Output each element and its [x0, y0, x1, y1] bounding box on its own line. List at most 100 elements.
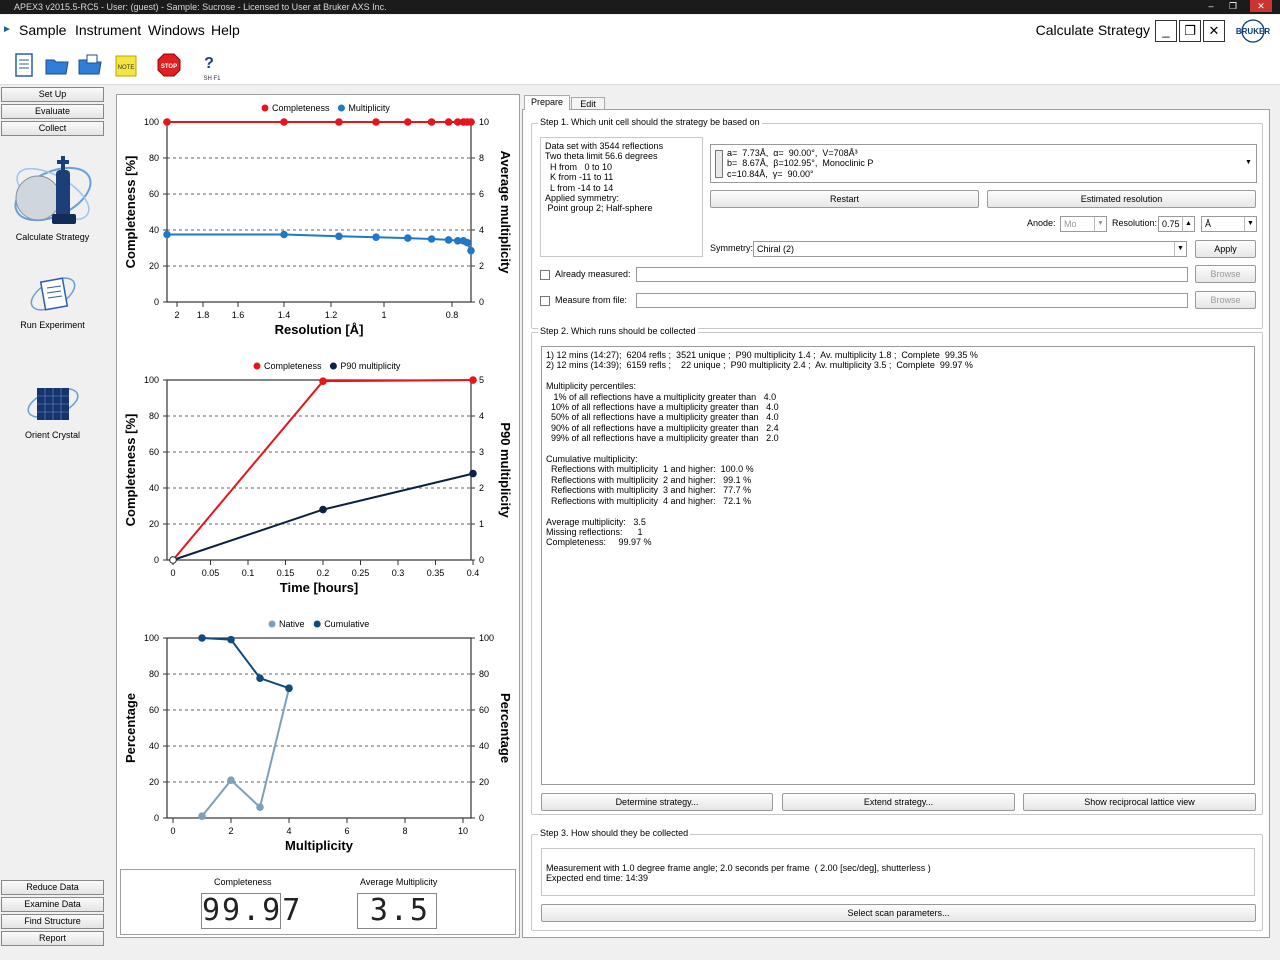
y-tick-label: 20	[149, 777, 159, 787]
extend-strategy-button[interactable]: Extend strategy...	[782, 793, 1015, 811]
measure-from-file-checkbox[interactable]	[540, 296, 550, 306]
y2-tick-label: 1	[479, 519, 484, 529]
nav-set-up[interactable]: Set Up	[1, 87, 104, 102]
note-icon[interactable]: NOTE	[113, 52, 139, 78]
svg-text:STOP: STOP	[161, 64, 177, 70]
close-button[interactable]: ✕	[1203, 20, 1225, 42]
already-measured-input[interactable]	[636, 267, 1188, 282]
nav-evaluate[interactable]: Evaluate	[1, 104, 104, 119]
menu-instrument[interactable]: Instrument	[75, 22, 141, 38]
chess-king-icon	[14, 156, 91, 224]
y2-tick-label: 2	[479, 483, 484, 493]
x-tick-label: 1.2	[325, 310, 338, 320]
orient-crystal-icon	[26, 387, 79, 420]
prepare-panel: Step 1. Which unit cell should the strat…	[522, 109, 1270, 938]
y-tick-label: 0	[154, 555, 159, 565]
y2-axis-title: Percentage	[498, 693, 513, 763]
y2-tick-label: 100	[479, 633, 494, 643]
data-point	[444, 236, 453, 244]
data-point	[463, 238, 472, 247]
app-icon: ►	[2, 24, 12, 35]
already-measured-checkbox[interactable]	[540, 270, 550, 280]
menu-help[interactable]: Help	[211, 22, 240, 38]
chevron-down-icon: ▼	[1174, 242, 1186, 256]
bruker-logo: BRUKER	[1228, 19, 1278, 43]
y-tick-label: 0	[154, 813, 159, 823]
menu-windows[interactable]: Windows	[148, 22, 205, 38]
context-help-icon[interactable]: ? SH F1	[198, 52, 228, 82]
x-tick-label: 0.8	[446, 310, 459, 320]
resolution-unit-select[interactable]: Å ▼	[1201, 216, 1257, 232]
restore-icon[interactable]: ❐	[1222, 0, 1244, 12]
nav-calculate-strategy[interactable]: Calculate Strategy	[0, 148, 105, 242]
readout-box: Completeness 99.97 Average Multiplicity …	[120, 869, 516, 935]
legend-marker	[337, 104, 345, 112]
resolution-chart: Completeness Multiplicity 0 20 40 60 80 100 0 2 4 6…	[123, 103, 513, 337]
restore-button[interactable]: ❐	[1179, 20, 1201, 42]
apply-button[interactable]: Apply	[1195, 240, 1256, 258]
nav-collect[interactable]: Collect	[1, 121, 104, 136]
stop-icon[interactable]: STOP	[156, 52, 182, 78]
tab-edit[interactable]: Edit	[571, 97, 605, 109]
x-tick-label: 2	[174, 310, 179, 320]
data-point	[319, 505, 327, 514]
legend-marker	[253, 362, 261, 370]
data-point	[198, 634, 206, 642]
y-tick-label: 0	[154, 297, 159, 307]
estimated-resolution-button[interactable]: Estimated resolution	[987, 190, 1256, 208]
data-point	[372, 118, 380, 126]
plot-area	[166, 121, 472, 303]
y2-tick-label: 4	[479, 225, 484, 235]
window-title: APEX3 v2015.5-RC5 - User: (guest) - Samp…	[14, 2, 387, 12]
new-document-icon[interactable]	[11, 52, 37, 78]
reciprocal-lattice-button[interactable]: Show reciprocal lattice view	[1023, 793, 1256, 811]
data-point	[163, 118, 171, 126]
y2-tick-label: 80	[479, 669, 489, 679]
open-recent-icon[interactable]	[77, 52, 103, 78]
x-tick-label: 4	[286, 826, 291, 836]
nav-orient-crystal[interactable]: Orient Crystal	[0, 378, 105, 440]
series-line	[201, 688, 290, 817]
open-folder-icon[interactable]	[44, 52, 70, 78]
unit-cell-dropdown-icon[interactable]: ▼	[1245, 159, 1252, 166]
resolution-input[interactable]: 0.75 ▲	[1158, 216, 1195, 232]
data-point	[404, 118, 412, 126]
determine-strategy-button[interactable]: Determine strategy...	[541, 793, 773, 811]
y2-tick-label: 2	[479, 261, 484, 271]
legend-label: P90 multiplicity	[340, 361, 401, 371]
nav-find-structure[interactable]: Find Structure	[1, 914, 104, 929]
x-tick-label: 0.25	[352, 568, 370, 578]
restart-button[interactable]: Restart	[710, 190, 979, 208]
y-axis-title: Completeness [%]	[123, 156, 138, 269]
completeness-readout-label: Completeness	[214, 877, 272, 887]
unit-cell-select[interactable]: a= 7.73Å, α= 90.00°, V=708Å³ b= 8.67Å, β…	[710, 144, 1257, 183]
x-tick-label: 0	[170, 826, 175, 836]
select-scan-parameters-button[interactable]: Select scan parameters...	[541, 904, 1256, 922]
symmetry-select[interactable]: Chiral (2) ▼	[753, 241, 1187, 257]
chevron-down-icon: ▼	[1244, 217, 1256, 231]
browse-measured-button[interactable]: Browse	[1195, 265, 1256, 283]
data-point	[285, 684, 293, 693]
x-tick-label: 6	[344, 826, 349, 836]
nav-run-experiment[interactable]: Run Experiment	[0, 270, 105, 330]
step2-group: Step 2. Which runs should be collected 1…	[531, 326, 1263, 815]
browse-file-button[interactable]: Browse	[1195, 291, 1256, 309]
tab-prepare[interactable]: Prepare	[524, 95, 570, 110]
anode-select[interactable]: Mo ▼	[1060, 216, 1107, 232]
minimize-button[interactable]: _	[1155, 20, 1177, 42]
close-window-icon[interactable]: ✕	[1250, 0, 1272, 12]
x-tick-label: 8	[402, 826, 407, 836]
charts-panel: Completeness Multiplicity 0 20 40 60 80 100 0 2 4 6…	[116, 94, 520, 938]
legend-label: Completeness	[264, 361, 322, 371]
nav-report[interactable]: Report	[1, 931, 104, 946]
y2-tick-label: 60	[479, 705, 489, 715]
nav-examine-data[interactable]: Examine Data	[1, 897, 104, 912]
plot-area	[166, 637, 472, 819]
measure-from-file-input[interactable]	[636, 293, 1188, 308]
step1-title: Step 1. Which unit cell should the strat…	[538, 117, 762, 127]
data-point	[469, 469, 477, 478]
minimize-icon[interactable]: –	[1200, 0, 1222, 12]
nav-reduce-data[interactable]: Reduce Data	[1, 880, 104, 895]
collection-text: Measurement with 1.0 degree frame angle;…	[541, 848, 1255, 896]
menu-sample[interactable]: Sample	[19, 22, 66, 38]
